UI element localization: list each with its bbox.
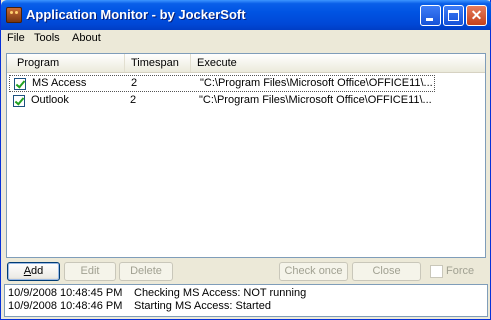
enabled-checkbox[interactable]: [14, 78, 26, 90]
minimize-button[interactable]: [420, 5, 441, 26]
log-timestamp: 10/9/2008 10:48:46 PM: [8, 300, 123, 312]
column-header-program[interactable]: Program: [7, 54, 125, 72]
close-button[interactable]: Close: [352, 262, 421, 281]
program-list[interactable]: Program Timespan Execute MS Access 2 "C:…: [6, 53, 486, 258]
program-name: Outlook: [31, 94, 69, 106]
add-button-mnemonic: A: [23, 265, 32, 277]
enabled-checkbox[interactable]: [13, 95, 25, 107]
force-label: Force: [446, 265, 475, 277]
menu-bar: File Tools About: [1, 30, 490, 48]
title-bar[interactable]: Application Monitor - by JockerSoft ✕: [1, 0, 491, 30]
maximize-button[interactable]: [443, 5, 464, 26]
log-message: Starting MS Access: Started: [134, 300, 271, 312]
add-button[interactable]: Add: [7, 262, 60, 281]
check-once-button[interactable]: Check once: [279, 262, 348, 281]
delete-button[interactable]: Delete: [119, 262, 173, 281]
log-timestamp: 10/9/2008 10:48:45 PM: [8, 287, 123, 299]
maximize-icon: [448, 10, 459, 21]
minimize-icon: [426, 18, 433, 21]
column-header-execute[interactable]: Execute: [191, 54, 485, 72]
close-window-button[interactable]: ✕: [466, 5, 487, 26]
log-entry: 10/9/2008 10:48:45 PM Checking MS Access…: [8, 287, 484, 300]
log-entry: 10/9/2008 10:48:46 PM Starting MS Access…: [8, 300, 484, 313]
column-header-timespan[interactable]: Timespan: [125, 54, 191, 72]
log-panel[interactable]: 10/9/2008 10:48:45 PM Checking MS Access…: [4, 284, 488, 317]
app-icon[interactable]: [6, 7, 22, 23]
list-item[interactable]: MS Access 2 "C:\Program Files\Microsoft …: [9, 75, 435, 92]
window-title: Application Monitor - by JockerSoft: [26, 7, 246, 22]
program-name: MS Access: [32, 77, 87, 89]
app-window: Application Monitor - by JockerSoft ✕ Fi…: [0, 0, 491, 320]
add-button-label: dd: [31, 265, 44, 277]
list-item[interactable]: Outlook 2 "C:\Program Files\Microsoft Of…: [9, 93, 435, 110]
edit-button[interactable]: Edit: [64, 262, 116, 281]
log-message: Checking MS Access: NOT running: [134, 287, 307, 299]
timespan-value: 2: [131, 77, 138, 89]
menu-file[interactable]: File: [7, 32, 25, 44]
close-icon: ✕: [470, 7, 483, 23]
menu-tools[interactable]: Tools: [34, 32, 60, 44]
force-checkbox[interactable]: [430, 265, 443, 278]
menu-about[interactable]: About: [72, 32, 101, 44]
timespan-value: 2: [130, 94, 137, 106]
execute-path: "C:\Program Files\Microsoft Office\OFFIC…: [200, 77, 432, 89]
execute-path: "C:\Program Files\Microsoft Office\OFFIC…: [199, 94, 431, 106]
list-header: Program Timespan Execute: [7, 54, 485, 73]
